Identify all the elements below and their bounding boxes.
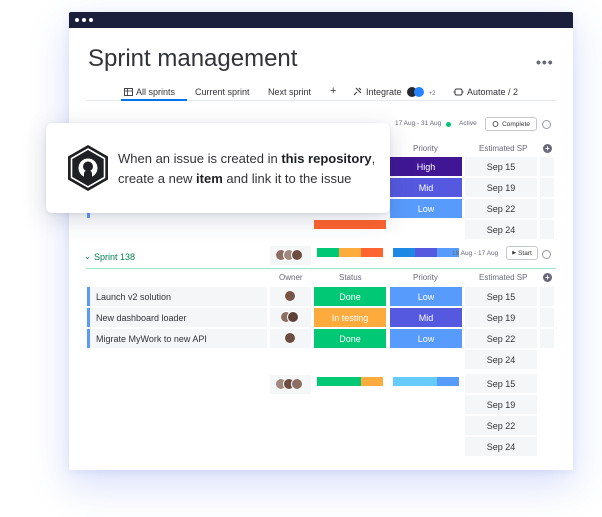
- priority-pill-low[interactable]: Low: [390, 287, 462, 306]
- estimated-sp-cell[interactable]: Sep 15: [465, 374, 537, 393]
- empty-cell: [540, 157, 554, 176]
- integrate-label: Integrate: [366, 87, 402, 97]
- window-titlebar: [69, 12, 573, 28]
- owner-summary-avatars: [270, 246, 311, 265]
- owner-column-header: Owner: [279, 273, 303, 282]
- status-summary-bar: [317, 377, 383, 386]
- priority-summary-bar: [393, 377, 459, 386]
- empty-cell: [540, 308, 554, 327]
- estimated-sp-cell[interactable]: Sep 24: [465, 220, 537, 239]
- automate-label: Automate / 2: [467, 87, 519, 97]
- recipe-link-item[interactable]: item: [196, 171, 223, 186]
- integration-count-badge: +2: [428, 91, 436, 97]
- estimated-sp-cell[interactable]: Sep 15: [465, 157, 537, 176]
- complete-button[interactable]: Complete: [485, 117, 537, 131]
- priority-pill-high[interactable]: High: [390, 157, 462, 176]
- play-icon: ▶: [512, 250, 517, 256]
- group-divider: [86, 268, 556, 269]
- avatar: [284, 290, 296, 302]
- status-column-header: Status: [339, 273, 362, 282]
- tab-next-sprint[interactable]: Next sprint: [268, 87, 311, 97]
- recipe-text-part: When an issue is created in: [118, 151, 282, 166]
- estimated-sp-cell[interactable]: Sep 19: [465, 308, 537, 327]
- owner-cell[interactable]: [270, 329, 311, 348]
- complete-label: Complete: [502, 120, 530, 128]
- sprint-dates: 17 Aug - 31 Aug: [395, 120, 442, 127]
- chevron-down-icon[interactable]: ⌄: [84, 252, 91, 261]
- empty-cell: [540, 199, 554, 218]
- recipe-text: When an issue is created in this reposit…: [118, 149, 382, 189]
- more-horizontal-icon[interactable]: •••: [536, 54, 554, 70]
- table-row-task[interactable]: Launch v2 solution: [87, 287, 267, 306]
- priority-summary-bar: [393, 248, 459, 257]
- avatar: [291, 249, 303, 261]
- sync-icon: [492, 121, 499, 127]
- sprint-status: Active: [459, 120, 477, 127]
- status-pill-testing[interactable]: In testing: [314, 308, 386, 327]
- priority-column-header: Priority: [413, 273, 438, 282]
- tab-label: All sprints: [136, 87, 176, 97]
- group-title[interactable]: Sprint 138: [94, 252, 135, 262]
- settings-gear-icon[interactable]: [542, 250, 551, 259]
- robot-icon: [453, 88, 464, 96]
- recipe-link-repository[interactable]: this repository: [281, 151, 371, 166]
- status-summary-bar: [314, 220, 386, 229]
- estimated-sp-column-header: Estimated SP: [479, 273, 528, 282]
- active-tab-indicator: [121, 99, 187, 101]
- estimated-sp-cell[interactable]: Sep 22: [465, 199, 537, 218]
- tab-current-sprint[interactable]: Current sprint: [195, 87, 250, 97]
- empty-cell: [540, 220, 554, 239]
- automate-button[interactable]: Automate / 2: [453, 87, 518, 97]
- table-row-task[interactable]: Migrate MyWork to new API: [87, 329, 267, 348]
- integrate-button[interactable]: Integrate +2: [353, 87, 435, 97]
- priority-column-header: Priority: [413, 144, 438, 153]
- active-dot: [446, 122, 451, 127]
- avatar: [287, 311, 299, 323]
- page-title: Sprint management: [88, 45, 298, 72]
- add-column-icon[interactable]: +: [543, 273, 552, 282]
- status-pill-done[interactable]: Done: [314, 329, 386, 348]
- table-icon: [124, 88, 133, 96]
- add-tab-button[interactable]: +: [330, 85, 336, 97]
- avatar: [291, 378, 303, 390]
- github-icon: [68, 145, 108, 191]
- avatar: [284, 332, 296, 344]
- status-summary-bar: [317, 248, 383, 257]
- tab-all-sprints[interactable]: All sprints: [124, 87, 175, 97]
- window-dot: [75, 18, 79, 22]
- window-dot: [89, 18, 93, 22]
- table-row-task[interactable]: New dashboard loader: [87, 308, 267, 327]
- empty-cell: [540, 329, 554, 348]
- integrate-icon: [353, 87, 362, 96]
- empty-cell: [540, 178, 554, 197]
- integration-recipe-card[interactable]: When an issue is created in this reposit…: [46, 123, 390, 213]
- estimated-sp-cell[interactable]: Sep 22: [465, 329, 537, 348]
- estimated-sp-cell[interactable]: Sep 24: [465, 350, 537, 369]
- estimated-sp-cell[interactable]: Sep 19: [465, 395, 537, 414]
- priority-pill-low[interactable]: Low: [390, 329, 462, 348]
- estimated-sp-cell[interactable]: Sep 15: [465, 287, 537, 306]
- add-column-icon[interactable]: +: [543, 144, 552, 153]
- settings-gear-icon[interactable]: [542, 120, 551, 129]
- owner-summary-avatars: [270, 375, 311, 394]
- priority-pill-mid[interactable]: Mid: [390, 178, 462, 197]
- status-pill-done[interactable]: Done: [314, 287, 386, 306]
- view-tabs: All sprints Current sprint Next sprint +…: [69, 84, 573, 104]
- empty-cell: [540, 287, 554, 306]
- estimated-sp-cell[interactable]: Sep 19: [465, 178, 537, 197]
- start-label: Start: [518, 249, 532, 257]
- recipe-text-part: and link it to the issue: [222, 171, 352, 186]
- sprint-dates: 18 Aug - 17 Aug: [452, 250, 499, 257]
- priority-pill-mid[interactable]: Mid: [390, 308, 462, 327]
- owner-cell[interactable]: [270, 308, 311, 327]
- start-button[interactable]: ▶ Start: [506, 246, 538, 260]
- estimated-sp-column-header: Estimated SP: [479, 144, 528, 153]
- jira-app-icon: [414, 87, 425, 97]
- window-dot: [82, 18, 86, 22]
- owner-cell[interactable]: [270, 287, 311, 306]
- priority-pill-low[interactable]: Low: [390, 199, 462, 218]
- estimated-sp-cell[interactable]: Sep 24: [465, 437, 537, 456]
- estimated-sp-cell[interactable]: Sep 22: [465, 416, 537, 435]
- board-window: Sprint management ••• All sprints Curren…: [69, 12, 573, 470]
